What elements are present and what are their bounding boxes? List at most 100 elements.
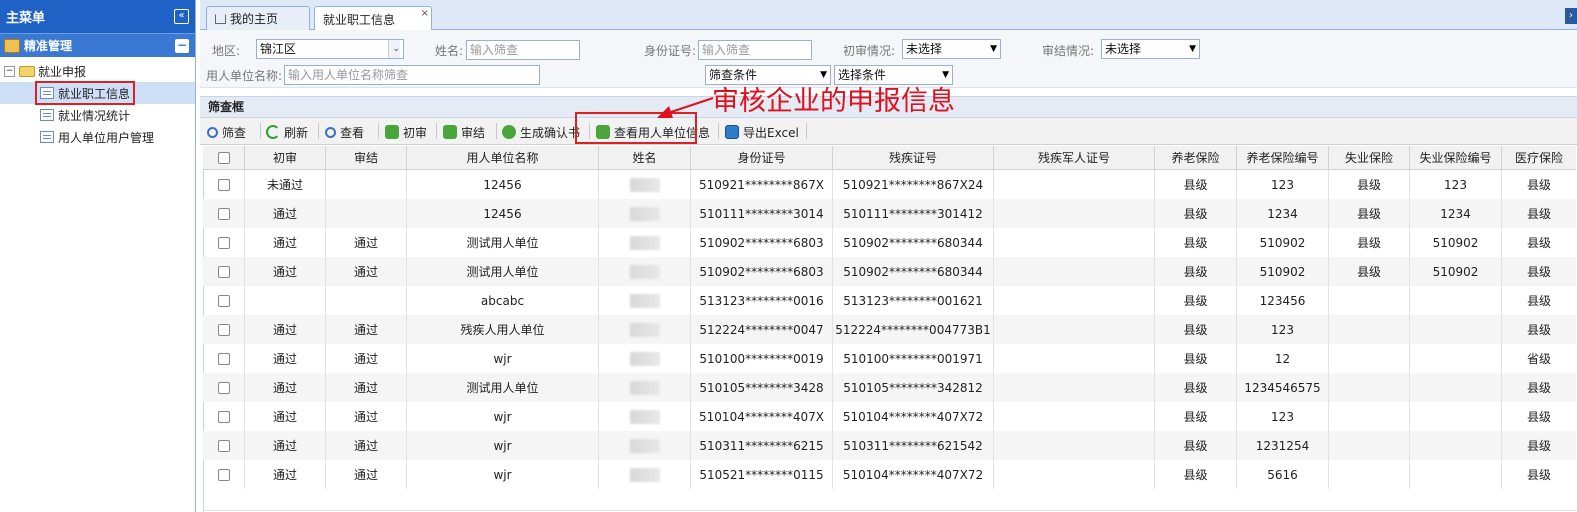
row-checkbox[interactable] [217,381,230,394]
final-review-select[interactable]: 未选择 ▼ [1101,39,1200,59]
table-row[interactable]: 通过 通过 测试用人单位 510902********6803 510902******… [203,228,1576,257]
row-select-cell[interactable] [203,199,245,228]
table-cell [1410,286,1502,315]
refresh-button[interactable]: 刷新 [266,121,308,143]
col-header[interactable]: 医疗保险 [1502,146,1576,169]
row-checkbox[interactable] [217,178,230,191]
tree-item-employer-user-mgmt[interactable]: 用人单位用户管理 [0,126,195,148]
row-select-cell[interactable] [203,170,245,199]
col-header[interactable]: 失业保险 [1329,146,1410,169]
row-select-cell[interactable] [203,315,245,344]
name-input[interactable]: 输入筛查 [466,40,580,60]
table-row[interactable]: 通过 通过 wjr 510100********0019 510100********0… [203,344,1576,373]
toolbar-divider [496,123,497,139]
table-cell [1410,344,1502,373]
final-review-button[interactable]: 审结 [443,121,485,143]
refresh-icon [266,125,280,139]
row-select-cell[interactable] [203,286,245,315]
col-header[interactable]: 养老保险 [1155,146,1237,169]
row-checkbox[interactable] [217,265,230,278]
filter-button[interactable]: 筛查 [207,121,246,143]
export-excel-button[interactable]: 导出Excel [725,121,799,143]
row-select-cell[interactable] [203,460,245,489]
table-cell: 通过 [326,431,407,460]
table-row[interactable]: abcabc 513123********0016 513123********00… [203,286,1576,315]
table-cell: 通过 [326,257,407,286]
table-cell: 510921********867X [691,170,833,199]
table-row[interactable]: 通过 通过 wjr 510311********6215 510311********6… [203,431,1576,460]
select-all-checkbox[interactable] [217,151,230,164]
row-checkbox[interactable] [217,352,230,365]
tree-node-employment-report[interactable]: − 就业申报 [0,60,195,82]
tree-item-employee-info[interactable]: 就业职工信息 [0,81,195,105]
toolbar-divider [718,123,719,139]
document-icon [40,109,54,121]
table-cell: 县级 [1155,199,1237,228]
row-checkbox[interactable] [217,410,230,423]
collapse-section-icon[interactable]: − [175,38,189,53]
generate-confirmation-label: 生成确认书 [520,125,581,140]
col-header[interactable]: 审结 [326,146,407,169]
table-cell: 510902 [1410,228,1502,257]
table-cell: 县级 [1329,257,1410,286]
table-row[interactable]: 通过 通过 测试用人单位 510105********3428 510105******… [203,373,1576,402]
magnifier-icon [325,126,336,138]
refresh-button-label: 刷新 [284,125,309,140]
col-header[interactable]: 残疾证号 [833,146,994,169]
table-cell: 残疾人用人单位 [407,315,599,344]
col-header[interactable]: 姓名 [599,146,691,169]
table-cell: 510111********301412 [833,199,994,228]
close-icon[interactable]: × [421,8,429,19]
table-row[interactable]: 通过 通过 wjr 510104********407X 510104********4… [203,402,1576,431]
first-review-button[interactable]: 初审 [385,121,427,143]
tab-employee-info[interactable]: 就业职工信息 × [314,6,432,31]
row-checkbox[interactable] [217,468,230,481]
table-cell: 12456 [407,199,599,228]
col-header[interactable]: 养老保险编号 [1237,146,1329,169]
row-select-cell[interactable] [203,402,245,431]
redaction-blur [629,235,660,250]
col-header[interactable]: 初审 [245,146,326,169]
briefcase-icon [4,38,20,53]
double-chevron-left-icon[interactable]: « [174,9,189,24]
table-row[interactable]: 通过 12456 510111********3014 510111********3… [203,199,1576,228]
col-header[interactable]: 用人单位名称 [407,146,599,169]
first-review-select[interactable]: 未选择 ▼ [902,39,1001,59]
table-cell: 510100********001971 [833,344,994,373]
id-input[interactable]: 输入筛查 [698,40,812,60]
row-select-cell[interactable] [203,344,245,373]
row-checkbox[interactable] [217,236,230,249]
col-header[interactable]: 身份证号 [691,146,833,169]
table-cell: 通过 [245,431,326,460]
row-select-cell[interactable] [203,431,245,460]
table-row[interactable]: 通过 通过 wjr 510521********0115 510104********4… [203,460,1576,489]
col-header[interactable]: 残疾军人证号 [994,146,1155,169]
table-cell: 县级 [1155,402,1237,431]
region-select[interactable]: 锦江区 ⌄ [256,39,404,59]
row-checkbox[interactable] [217,323,230,336]
row-select-cell[interactable] [203,257,245,286]
tab-scroll-icon[interactable]: › [1565,8,1577,24]
row-select-cell[interactable] [203,373,245,402]
tree-toggle-icon[interactable]: − [4,65,15,77]
table-row[interactable]: 通过 通过 残疾人用人单位 512224********0047 512224*****… [203,315,1576,344]
row-checkbox[interactable] [217,207,230,220]
row-checkbox[interactable] [217,294,230,307]
col-header[interactable]: 失业保险编号 [1410,146,1502,169]
generate-confirmation-button[interactable]: 生成确认书 [502,121,580,143]
final-review-button-label: 审结 [461,125,486,140]
table-row[interactable]: 通过 通过 测试用人单位 510902********6803 510902******… [203,257,1576,286]
annotation-text: 审核企业的申报信息 [712,86,955,117]
table-cell: wjr [407,402,599,431]
redaction-blur [629,409,660,424]
tab-my-home[interactable]: 我的主页 [206,6,310,30]
table-row[interactable]: 未通过 12456 510921********867X 510921********… [203,170,1576,199]
toolbar-divider [378,123,379,139]
employer-input[interactable]: 输入用人单位名称筛查 [284,65,540,85]
select-all-cell[interactable] [203,146,245,169]
view-button[interactable]: 查看 [325,121,364,143]
row-checkbox[interactable] [217,439,230,452]
row-select-cell[interactable] [203,228,245,257]
section-header[interactable]: 精准管理 − [0,33,195,57]
tree-item-employment-stats[interactable]: 就业情况统计 [0,104,195,126]
